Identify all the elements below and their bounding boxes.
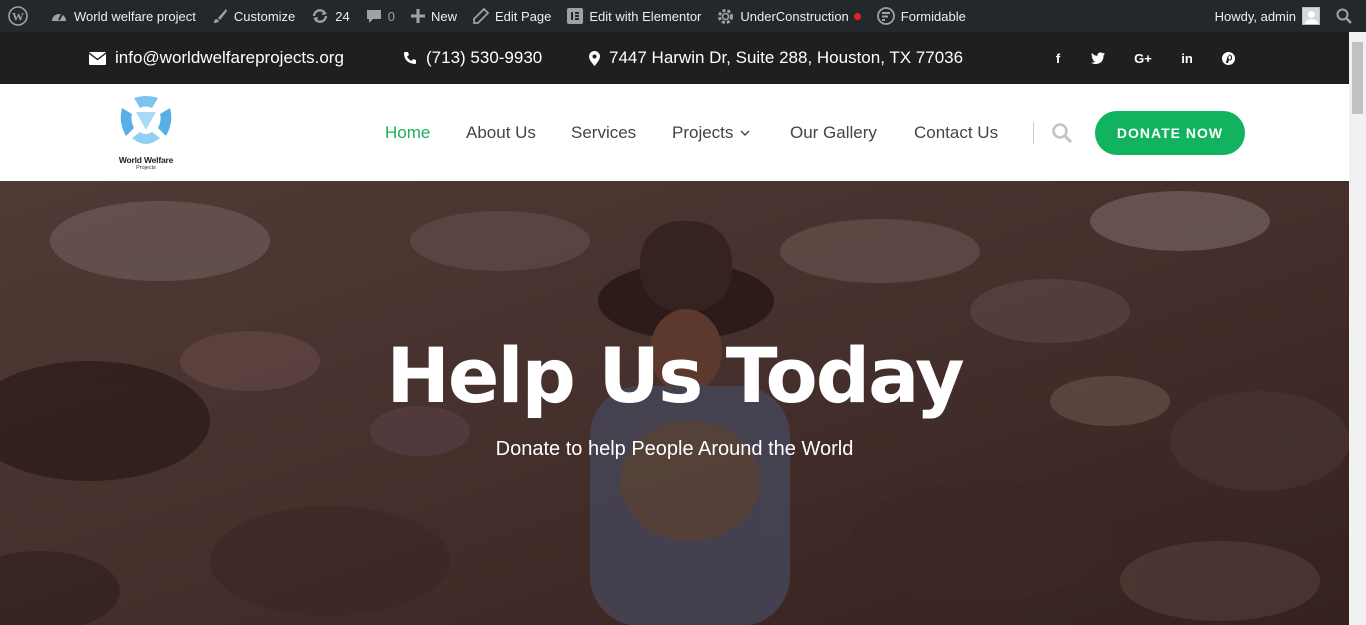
wp-admin-bar: W World welfare project Customize 24 0 N… [0,0,1366,32]
paintbrush-icon [213,9,227,23]
status-dot [853,12,861,20]
address-text: 7447 Harwin Dr, Suite 288, Houston, TX 7… [609,48,964,67]
twitter-icon[interactable] [1086,32,1110,84]
logo-title: World Welfare [118,155,174,165]
formidable-link[interactable]: Formidable [869,0,974,32]
plus-icon [411,9,425,23]
email-text: info@worldwelfareprojects.org [115,48,344,67]
elementor-label: Edit with Elementor [589,8,702,24]
page-scrollbar[interactable] [1349,32,1366,625]
under-construction-label: UnderConstruction [740,8,849,24]
phone-icon [404,52,416,64]
updates-link[interactable]: 24 [303,0,357,32]
elementor-icon [567,8,584,24]
comment-bubble-icon [366,10,381,23]
search-icon [1336,8,1352,24]
gear-icon [718,8,734,24]
avatar [1302,7,1320,25]
new-label: New [431,8,458,24]
customize-label: Customize [233,8,296,24]
hero-subtitle: Donate to help People Around the World [495,438,854,460]
linkedin-icon[interactable]: in [1175,32,1199,84]
edit-page-link[interactable]: Edit Page [465,0,559,32]
nav-projects[interactable]: Projects [672,84,750,181]
admin-search-button[interactable] [1328,0,1366,32]
phone-link[interactable]: (713) 530-9930 [403,32,542,84]
nav-divider [1033,122,1034,144]
email-link[interactable]: info@worldwelfareprojects.org [89,32,344,84]
howdy-label: Howdy, admin [1214,8,1296,24]
pinterest-icon[interactable] [1216,32,1240,84]
my-account-link[interactable]: Howdy, admin [1207,0,1328,32]
updates-icon [313,9,328,23]
nav-contact-us[interactable]: Contact Us [914,84,998,181]
wordpress-logo-button[interactable]: W [0,0,42,32]
facebook-icon[interactable]: f [1046,32,1070,84]
pencil-icon [473,8,490,24]
nav-home[interactable]: Home [385,84,430,181]
donate-now-button[interactable]: DONATE NOW [1095,111,1245,155]
nav-projects-label: Projects [672,122,734,142]
site-header: World Welfare Projects Home About Us Ser… [0,84,1349,181]
site-logo[interactable]: World Welfare Projects [112,94,180,174]
site-name-label: World welfare project [74,8,196,24]
comments-count: 0 [387,8,395,24]
under-construction-link[interactable]: UnderConstruction [709,0,868,32]
edit-page-label: Edit Page [495,8,552,24]
site-name-link[interactable]: World welfare project [42,0,204,32]
updates-count: 24 [335,8,350,24]
google-plus-icon[interactable]: G+ [1131,32,1155,84]
logo-subtitle: Projects [136,165,156,171]
dashboard-gauge-icon [52,13,66,21]
customize-link[interactable]: Customize [204,0,303,32]
address-link[interactable]: 7447 Harwin Dr, Suite 288, Houston, TX 7… [589,32,963,84]
formidable-label: Formidable [900,8,966,24]
phone-text: (713) 530-9930 [426,48,543,67]
site-search-button[interactable] [1052,84,1072,181]
envelope-icon [89,51,106,65]
nav-services[interactable]: Services [571,84,636,181]
chevron-down-icon [740,130,750,136]
hero-title: Help Us Today [386,331,964,420]
hero-section: Help Us Today Donate to help People Arou… [0,181,1349,625]
nav-about-us[interactable]: About Us [466,84,536,181]
logo-emblem-icon [120,96,172,144]
search-icon [1052,122,1072,143]
elementor-link[interactable]: Edit with Elementor [559,0,709,32]
contact-info-bar: info@worldwelfareprojects.org (713) 530-… [0,32,1349,84]
wordpress-icon: W [8,6,28,26]
comments-link[interactable]: 0 [358,0,403,32]
nav-our-gallery[interactable]: Our Gallery [790,84,877,181]
map-marker-icon [589,50,600,66]
new-content-link[interactable]: New [403,0,465,32]
scrollbar-thumb[interactable] [1352,42,1363,114]
formidable-icon [876,7,895,25]
svg-text:W: W [12,10,24,24]
